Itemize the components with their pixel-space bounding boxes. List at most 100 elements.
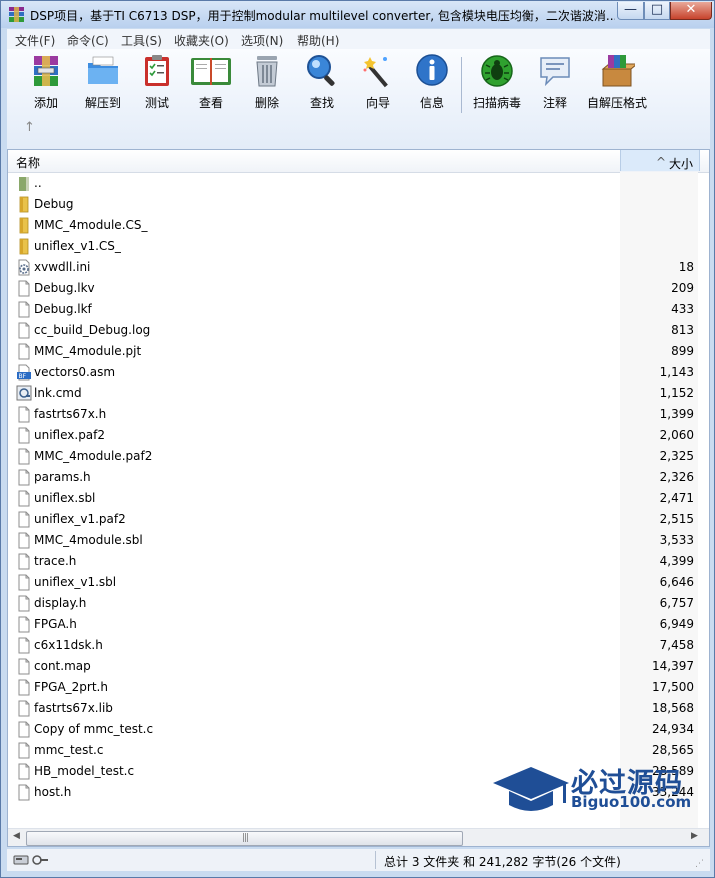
file-row[interactable]: cc_build_Debug.log 813 bbox=[8, 320, 698, 341]
menu-file[interactable]: 文件(F) bbox=[15, 32, 55, 49]
file-row[interactable]: uniflex.sbl 2,471 bbox=[8, 488, 698, 509]
file-row[interactable]: mmc_test.c 28,565 bbox=[8, 740, 698, 761]
file-row[interactable]: cont.map 14,397 bbox=[8, 656, 698, 677]
file-row[interactable]: fastrts67x.lib 18,568 bbox=[8, 698, 698, 719]
find-button[interactable]: 查找 bbox=[301, 53, 343, 111]
file-row[interactable]: trace.h 4,399 bbox=[8, 551, 698, 572]
delete-button[interactable]: 删除 bbox=[247, 53, 287, 111]
sfx-label: 自解压格式 bbox=[586, 96, 647, 110]
file-name: uniflex_v1.sbl bbox=[34, 575, 117, 589]
file-row[interactable]: c6x11dsk.h 7,458 bbox=[8, 635, 698, 656]
file-size: 2,325 bbox=[659, 449, 694, 463]
file-row[interactable]: MMC_4module.sbl 3,533 bbox=[8, 530, 698, 551]
column-header-name[interactable]: 名称 bbox=[16, 154, 40, 171]
file-icon bbox=[16, 658, 32, 675]
file-row[interactable]: params.h 2,326 bbox=[8, 467, 698, 488]
info-button[interactable]: 信息 bbox=[412, 53, 452, 111]
minimize-button[interactable]: — bbox=[617, 2, 644, 20]
menu-tools[interactable]: 工具(S) bbox=[121, 32, 162, 49]
winrar-app-icon bbox=[9, 7, 24, 22]
view-label: 查看 bbox=[198, 96, 223, 110]
column-header-size-label: 大小 bbox=[668, 157, 693, 171]
add-label: 添加 bbox=[33, 96, 58, 110]
test-clipboard-icon bbox=[145, 55, 169, 86]
winrar-window: DSP项目，基于TI C6713 DSP，用于控制modular multile… bbox=[0, 0, 715, 878]
file-name: cont.map bbox=[34, 659, 91, 673]
file-size: 14,397 bbox=[652, 659, 694, 673]
file-size: 6,757 bbox=[659, 596, 694, 610]
file-name: display.h bbox=[34, 596, 87, 610]
file-name: Debug.lkf bbox=[34, 302, 92, 316]
maximize-button[interactable]: □ bbox=[644, 2, 670, 20]
menu-help[interactable]: 帮助(H) bbox=[297, 32, 339, 49]
file-row[interactable]: BF vectors0.asm 1,143 bbox=[8, 362, 698, 383]
menu-favorites[interactable]: 收藏夹(O) bbox=[174, 32, 229, 49]
wizard-button[interactable]: 向导 bbox=[357, 53, 399, 111]
file-name: fastrts67x.h bbox=[34, 407, 107, 421]
scroll-right-icon[interactable]: ▶ bbox=[691, 831, 698, 841]
file-row[interactable]: uniflex_v1.paf2 2,515 bbox=[8, 509, 698, 530]
sfx-button[interactable]: 自解压格式 bbox=[585, 53, 649, 111]
horizontal-scrollbar[interactable]: ◀ ||| ▶ bbox=[8, 828, 709, 846]
scroll-left-icon[interactable]: ◀ bbox=[13, 831, 20, 841]
file-icon bbox=[16, 280, 32, 297]
file-name: MMC_4module.pjt bbox=[34, 344, 142, 358]
file-row[interactable]: display.h 6,757 bbox=[8, 593, 698, 614]
extract-folder-icon bbox=[88, 56, 118, 84]
file-size: 209 bbox=[671, 281, 694, 295]
file-row[interactable]: MMC_4module.paf2 2,325 bbox=[8, 446, 698, 467]
file-row[interactable]: lnk.cmd 1,152 bbox=[8, 383, 698, 404]
file-row[interactable]: fastrts67x.h 1,399 bbox=[8, 404, 698, 425]
svg-text:BF: BF bbox=[19, 373, 27, 380]
folder-icon bbox=[16, 217, 32, 234]
title-bar[interactable]: DSP项目，基于TI C6713 DSP，用于控制modular multile… bbox=[1, 1, 714, 28]
file-row[interactable]: Copy of mmc_test.c 24,934 bbox=[8, 719, 698, 740]
file-row[interactable]: xvwdll.ini 18 bbox=[8, 257, 698, 278]
comment-button[interactable]: 注释 bbox=[535, 53, 575, 111]
close-button[interactable]: ✕ bbox=[670, 2, 712, 20]
folder-row[interactable]: uniflex_v1.CS_ bbox=[8, 236, 698, 257]
file-name: MMC_4module.paf2 bbox=[34, 449, 153, 463]
file-icon bbox=[16, 448, 32, 465]
resize-grip-icon[interactable]: ⋰ bbox=[695, 859, 704, 869]
file-row[interactable]: MMC_4module.pjt 899 bbox=[8, 341, 698, 362]
book-view-icon bbox=[191, 58, 231, 85]
file-size: 813 bbox=[671, 323, 694, 337]
folder-row[interactable]: MMC_4module.CS_ bbox=[8, 215, 698, 236]
file-name: lnk.cmd bbox=[34, 386, 82, 400]
list-header: 名称 ^ 大小 bbox=[8, 150, 709, 173]
file-row[interactable]: Debug.lkf 433 bbox=[8, 299, 698, 320]
file-row[interactable]: Debug.lkv 209 bbox=[8, 278, 698, 299]
file-name: FPGA.h bbox=[34, 617, 77, 631]
file-size: 1,152 bbox=[659, 386, 694, 400]
column-header-size[interactable]: ^ 大小 bbox=[620, 150, 700, 171]
status-divider bbox=[375, 851, 376, 869]
menu-options[interactable]: 选项(N) bbox=[241, 32, 283, 49]
file-name: uniflex.sbl bbox=[34, 491, 96, 505]
menu-command[interactable]: 命令(C) bbox=[67, 32, 109, 49]
file-row[interactable]: FPGA_2prt.h 17,500 bbox=[8, 677, 698, 698]
scrollbar-thumb[interactable]: ||| bbox=[26, 831, 463, 846]
status-summary: 总计 3 文件夹 和 241,282 字节(26 个文件) bbox=[384, 855, 621, 869]
file-name: c6x11dsk.h bbox=[34, 638, 103, 652]
file-name: MMC_4module.CS_ bbox=[34, 218, 148, 232]
folder-row[interactable]: .. bbox=[8, 173, 698, 194]
file-icon bbox=[16, 301, 32, 318]
add-button[interactable]: 添加 bbox=[22, 53, 70, 111]
drive-key-icon[interactable] bbox=[13, 853, 49, 867]
file-row[interactable]: uniflex.paf2 2,060 bbox=[8, 425, 698, 446]
up-one-level-button[interactable]: ↑ bbox=[24, 120, 35, 135]
folder-row[interactable]: Debug bbox=[8, 194, 698, 215]
file-row[interactable]: uniflex_v1.sbl 6,646 bbox=[8, 572, 698, 593]
virus-scan-button[interactable]: 扫描病毒 bbox=[469, 53, 525, 111]
file-row[interactable]: FPGA.h 6,949 bbox=[8, 614, 698, 635]
extract-to-button[interactable]: 解压到 bbox=[79, 53, 127, 111]
view-button[interactable]: 查看 bbox=[188, 53, 234, 111]
file-icon bbox=[16, 742, 32, 759]
file-size: 18 bbox=[678, 260, 694, 274]
file-size: 2,060 bbox=[659, 428, 694, 442]
test-button[interactable]: 测试 bbox=[135, 53, 179, 111]
rar-archive-icon bbox=[34, 56, 58, 86]
file-name: fastrts67x.lib bbox=[34, 701, 113, 715]
file-list: 名称 ^ 大小 .. Debug MMC_4module.CS_ uniflex_v1… bbox=[7, 149, 710, 847]
